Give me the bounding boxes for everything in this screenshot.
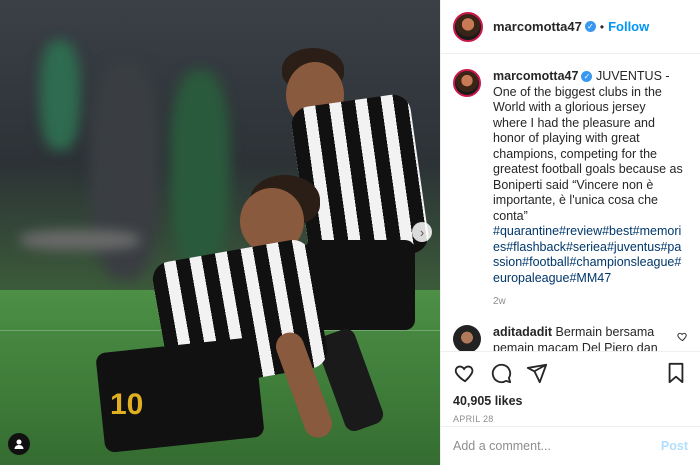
caption-row: marcomotta47 ✓ JUVENTUS - One of the bigg…	[453, 69, 688, 286]
follow-button[interactable]: Follow	[608, 19, 649, 34]
comment-text: aditadadit Bermain bersama pemain macam …	[493, 325, 669, 351]
like-count[interactable]: 40,905 likes	[453, 394, 688, 408]
add-comment-bar: Post	[441, 426, 700, 465]
bookmark-icon[interactable]	[664, 361, 688, 385]
caption-age: 2w	[493, 296, 506, 307]
commenter-username[interactable]: aditadadit	[493, 325, 552, 339]
caption-author-avatar[interactable]	[453, 69, 481, 97]
comment-item: aditadadit Bermain bersama pemain macam …	[453, 325, 688, 351]
verified-badge-icon: ✓	[581, 71, 593, 82]
comment-like-icon[interactable]	[677, 331, 688, 351]
share-icon[interactable]	[525, 361, 549, 385]
author-username[interactable]: marcomotta47	[493, 19, 582, 34]
background-railing	[20, 230, 140, 250]
caption-text: marcomotta47 ✓ JUVENTUS - One of the bigg…	[493, 69, 683, 286]
heart-icon[interactable]	[453, 361, 477, 385]
post-sidebar: marcomotta47 ✓ • Follow marcomotta47 ✓ JU…	[440, 0, 700, 465]
comments-list[interactable]: marcomotta47 ✓ JUVENTUS - One of the bigg…	[441, 55, 700, 351]
post-actions: 40,905 likes APRIL 28	[441, 351, 700, 424]
comment-icon[interactable]	[489, 361, 513, 385]
post-comment-button[interactable]: Post	[661, 439, 688, 453]
post-header: marcomotta47 ✓ • Follow	[441, 0, 700, 54]
post-photo[interactable]: 2 10 ›	[0, 0, 440, 465]
separator-dot: •	[599, 19, 605, 34]
caption-username[interactable]: marcomotta47	[493, 69, 578, 83]
comment-input[interactable]	[453, 439, 661, 453]
next-image-arrow[interactable]: ›	[412, 222, 432, 242]
instagram-post-modal: 2 10 › marcomotta47 ✓ • Follow	[0, 0, 700, 465]
commenter-avatar[interactable]	[453, 325, 481, 351]
verified-badge-icon: ✓	[584, 21, 596, 32]
caption-body: JUVENTUS - One of the biggest clubs in t…	[493, 69, 683, 223]
background-figure	[170, 70, 230, 270]
caption-hashtags[interactable]: #quarantine#review#best#memories#flashba…	[493, 224, 681, 285]
post-date: APRIL 28	[453, 414, 494, 424]
author-avatar[interactable]	[453, 11, 483, 42]
tagged-people-icon[interactable]	[8, 433, 30, 455]
action-icons	[453, 360, 688, 386]
background-figure	[40, 40, 80, 150]
